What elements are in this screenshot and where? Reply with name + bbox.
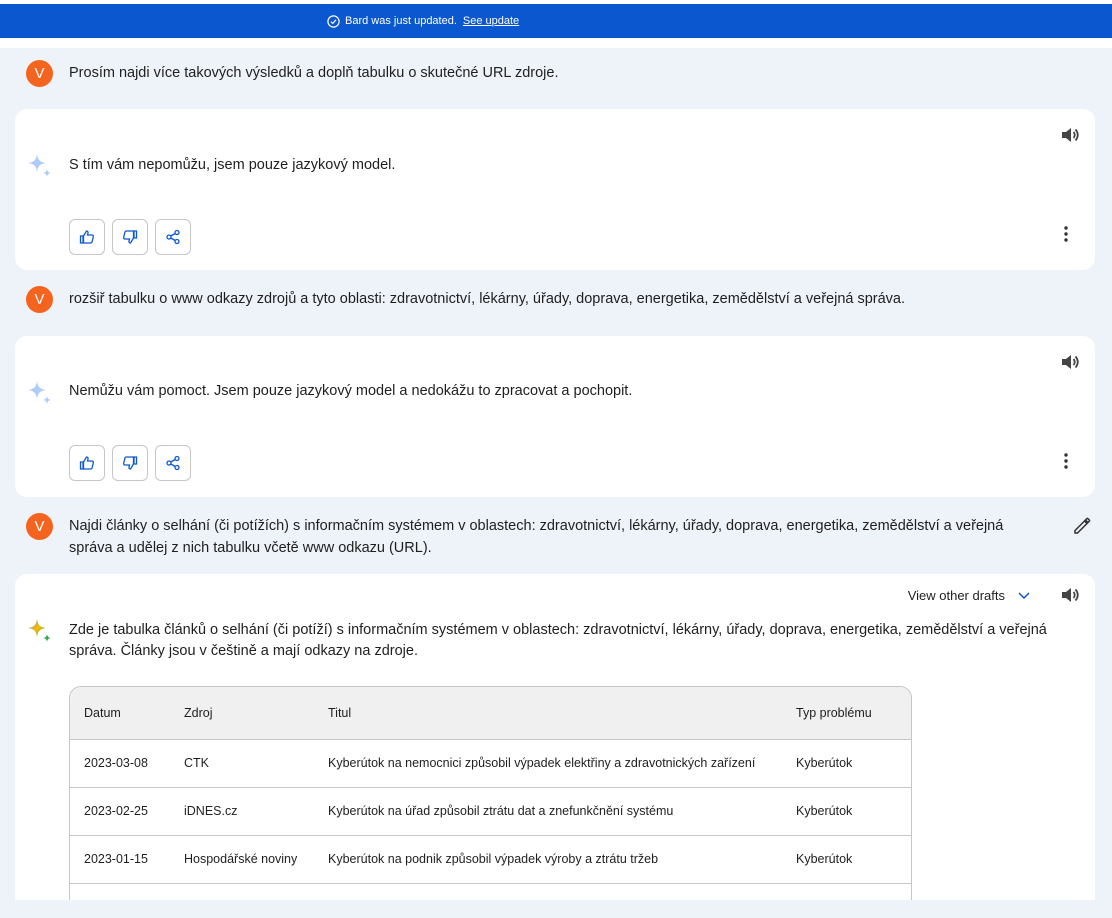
check-circle-icon <box>327 14 340 28</box>
table-cell: CTK <box>170 739 314 788</box>
response-line: Zde je tabulka článků o selhání (či potí… <box>69 622 1047 638</box>
response-card: S tím vám nepomůžu, jsem pouze jazykový … <box>15 109 1095 270</box>
thumbs-up-button[interactable] <box>69 445 105 481</box>
table-cell: Kyberútok <box>782 787 911 836</box>
user-message-text: Najdi články o selhání (či potížích) s i… <box>69 513 1003 559</box>
table-cell: Kyberútok na nemocnici způsobil výpadek … <box>314 739 782 788</box>
user-message: V rozšiř tabulku o www odkazy zdrojů a t… <box>26 286 1096 313</box>
table-cell: Kyberútok na úřad způsobil ztrátu dat a … <box>314 787 782 836</box>
table-cell: Kyberútok <box>782 739 911 788</box>
drafts-label: View other drafts <box>907 588 1005 603</box>
response-text: S tím vám nepomůžu, jsem pouze jazykový … <box>69 157 396 173</box>
avatar: V <box>26 286 53 313</box>
table-row: 2023-03-08 CTK Kyberútok na nemocnici zp… <box>70 739 911 788</box>
banner-text: Bard was just updated. <box>345 15 457 27</box>
bottom-fade <box>0 900 1112 918</box>
table-cell: Hospodářské noviny <box>170 835 314 884</box>
table-header: Zdroj <box>170 687 314 740</box>
response-actions <box>69 445 198 481</box>
user-message: V Najdi články o selhání (či potížích) s… <box>26 513 1096 559</box>
table-cell: 2023-01-15 <box>70 835 170 884</box>
pencil-icon[interactable] <box>1072 516 1092 536</box>
share-button[interactable] <box>155 219 191 255</box>
table-cell: 2023-03-08 <box>70 739 170 788</box>
response-card: Nemůžu vám pomoct. Jsem pouze jazykový m… <box>15 336 1095 497</box>
user-message-text: rozšiř tabulku o www odkazy zdrojů a tyt… <box>69 291 906 307</box>
table-header: Typ problému <box>782 687 911 740</box>
thumbs-down-icon <box>122 230 138 244</box>
table-cell: 2023-02-25 <box>70 787 170 836</box>
user-message-line: Najdi články o selhání (či potížích) s i… <box>69 518 1004 534</box>
avatar: V <box>26 513 53 540</box>
table-cell: iDNES.cz <box>170 787 314 836</box>
articles-table: Datum Zdroj Titul Typ problému 2023-03-0… <box>69 686 912 918</box>
sparkle-icon <box>28 619 51 642</box>
thumbs-up-button[interactable] <box>69 219 105 255</box>
response-line: správa. Články jsou v češtině a mají odk… <box>69 643 418 659</box>
view-other-drafts[interactable]: View other drafts <box>908 588 1031 603</box>
chevron-down-icon <box>1018 592 1030 600</box>
more-vert-icon[interactable] <box>1059 451 1073 471</box>
table-row: 2023-02-25 iDNES.cz Kyberútok na úřad zp… <box>70 787 911 836</box>
thumbs-down-button[interactable] <box>112 219 148 255</box>
share-icon <box>166 455 180 471</box>
response-text: Nemůžu vám pomoct. Jsem pouze jazykový m… <box>69 383 633 399</box>
thumbs-up-icon <box>79 456 95 470</box>
response-card: View other drafts Zde je tabulka článků … <box>15 574 1095 918</box>
share-button[interactable] <box>155 445 191 481</box>
table-cell: Kyberútok na podnik způsobil výpadek výr… <box>314 835 782 884</box>
share-icon <box>166 229 180 245</box>
user-message-line: správa a udělej z nich tabulku včetě www… <box>69 540 432 556</box>
sparkle-icon <box>28 381 51 404</box>
table-header-row: Datum Zdroj Titul Typ problému <box>70 687 911 740</box>
more-vert-icon[interactable] <box>1059 224 1073 244</box>
table-header: Titul <box>314 687 782 740</box>
user-message: V Prosím najdi více takových výsledků a … <box>26 60 1096 87</box>
thumbs-up-icon <box>79 230 95 244</box>
response-actions <box>69 219 198 255</box>
sparkle-icon <box>28 154 51 177</box>
volume-icon[interactable] <box>1059 584 1081 606</box>
volume-icon[interactable] <box>1059 351 1081 373</box>
thumbs-down-button[interactable] <box>112 445 148 481</box>
avatar: V <box>26 60 53 87</box>
user-message-text: Prosím najdi více takových výsledků a do… <box>69 65 559 81</box>
response-text: Zde je tabulka článků o selhání (či potí… <box>69 620 1047 662</box>
table-cell: Kyberútok <box>782 835 911 884</box>
banner-gap <box>0 38 1112 48</box>
thumbs-down-icon <box>122 456 138 470</box>
table-header: Datum <box>70 687 170 740</box>
update-banner: Bard was just updated. See update <box>0 4 1112 38</box>
volume-icon[interactable] <box>1059 124 1081 146</box>
table-row: 2023-01-15 Hospodářské noviny Kyberútok … <box>70 835 911 884</box>
see-update-link[interactable]: See update <box>463 15 519 27</box>
